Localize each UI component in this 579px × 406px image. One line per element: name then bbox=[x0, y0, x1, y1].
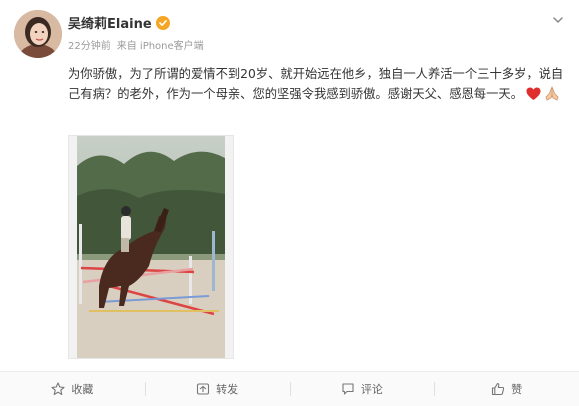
heart-icon bbox=[526, 87, 541, 107]
thumbs-up-icon bbox=[491, 382, 505, 396]
post-text-block: 为你骄傲，为了所谓的爱情不到20岁、就开始远在他乡，独自一人养活一个三十多岁，说… bbox=[68, 64, 568, 107]
action-bar: 收藏 转发 评论 赞 bbox=[0, 372, 579, 406]
avatar[interactable] bbox=[14, 10, 62, 58]
post-text: 为你骄傲，为了所谓的爱情不到20岁、就开始远在他乡，独自一人养活一个三十多岁，说… bbox=[68, 67, 564, 101]
verified-badge-icon bbox=[155, 15, 170, 30]
favorite-button[interactable]: 收藏 bbox=[0, 372, 145, 406]
comment-icon bbox=[341, 382, 355, 396]
repost-label: 转发 bbox=[216, 383, 239, 396]
post-photo[interactable] bbox=[68, 135, 234, 359]
chevron-down-icon[interactable] bbox=[551, 12, 565, 26]
pray-hands-icon bbox=[544, 85, 560, 107]
repost-button[interactable]: 转发 bbox=[144, 372, 290, 406]
like-label: 赞 bbox=[511, 383, 523, 396]
comment-label: 评论 bbox=[360, 383, 383, 396]
weibo-post-card: 吴绮莉Elaine 22分钟前 来自 iPhone客户端 为你骄傲，为了所谓的爱… bbox=[0, 0, 579, 406]
author-name[interactable]: 吴绮莉Elaine bbox=[68, 13, 152, 32]
star-icon bbox=[51, 382, 65, 396]
author-name-row: 吴绮莉Elaine bbox=[68, 13, 170, 32]
post-meta: 22分钟前 来自 iPhone客户端 bbox=[68, 37, 204, 52]
post-source[interactable]: 来自 iPhone客户端 bbox=[117, 37, 204, 52]
comment-button[interactable]: 评论 bbox=[289, 372, 435, 406]
like-button[interactable]: 赞 bbox=[434, 372, 579, 406]
favorite-label: 收藏 bbox=[71, 383, 94, 396]
repost-icon bbox=[196, 382, 210, 396]
post-time[interactable]: 22分钟前 bbox=[68, 37, 111, 52]
